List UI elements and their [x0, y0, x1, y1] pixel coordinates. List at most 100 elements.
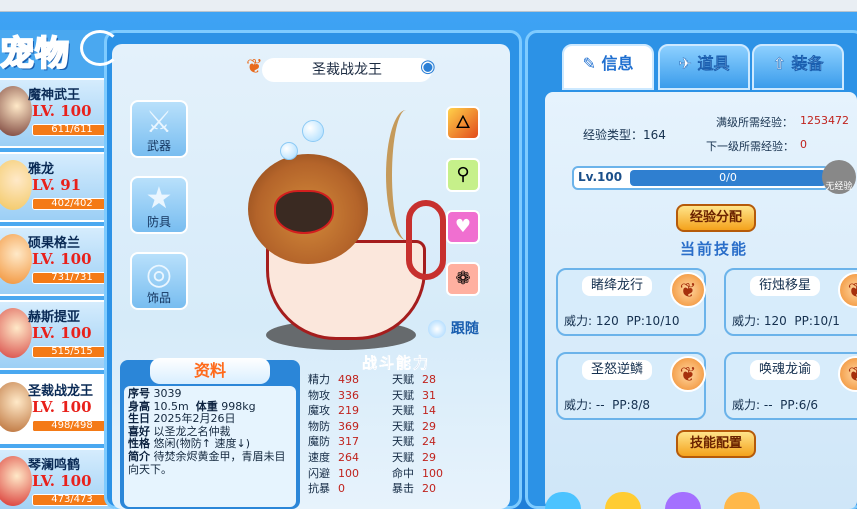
pet-info-box: 资料 序号 3039 身高 10.5m 体重 998kg 生日 2025年2月2…	[120, 358, 300, 509]
talent-label: 天赋	[392, 435, 414, 449]
pet-hp-text: 731/731	[51, 272, 93, 283]
pet-card-name: 赫斯提亚	[28, 310, 81, 325]
stat-value: 264	[338, 450, 359, 464]
skill-power: 威力: 120	[564, 314, 619, 328]
tab-items-label: 道具	[697, 54, 730, 73]
stat-value: 0	[338, 482, 345, 496]
info-weight: 998kg	[221, 399, 256, 413]
skill-power: 威力: --	[732, 398, 773, 412]
fire-icon: 🜂	[455, 112, 471, 133]
info-tab-icon: ✎	[582, 54, 596, 73]
bottom-flag-icon[interactable]	[604, 492, 641, 509]
talent-value: 100	[422, 466, 443, 480]
pet-heart-button[interactable]: ♥	[446, 210, 480, 244]
pet-card[interactable]: 雅龙 LV. 91 402/402	[0, 152, 116, 222]
pet-hp-bar: 611/611	[32, 124, 112, 136]
exp-next-value: 0	[800, 138, 807, 151]
skill-card[interactable]: 唤魂龙谕 ❦ 威力: -- PP:6/6	[724, 352, 857, 420]
skill-stats: 威力: 120 PP:10/10	[564, 312, 680, 329]
talent-label: 命中	[392, 466, 414, 480]
info-intro: 待焚余烬黄金甲，青眉未目向天下。	[128, 449, 286, 476]
skill-power: 威力: --	[564, 398, 605, 412]
bottom-orb-icon[interactable]	[545, 492, 581, 509]
info-nature-label: 性格	[128, 437, 150, 451]
exp-next-label: 下一级所需经验：	[706, 140, 794, 153]
stat-label: 闪避	[308, 466, 330, 480]
stat-row: 物攻 336 天赋 31	[308, 388, 484, 404]
armor-slot[interactable]: ★ 防具	[130, 176, 188, 234]
skill-name: 衔烛移星	[750, 276, 820, 296]
talent-label: 天赋	[392, 450, 414, 464]
tab-equip-label: 装备	[791, 54, 824, 73]
skill-stats: 威力: -- PP:8/8	[564, 396, 650, 413]
pet-name-bar: 圣裁战龙王	[262, 58, 432, 82]
stat-label: 物攻	[308, 388, 330, 402]
armor-slot-label: 防具	[146, 215, 171, 229]
stat-row: 闪避 100 命中 100	[308, 466, 484, 482]
pet-card-name: 硕果格兰	[28, 236, 81, 251]
logo-text: 宠物	[0, 33, 70, 75]
info-height: 10.5m	[153, 399, 189, 413]
search-pet-button[interactable]: ⚲	[446, 158, 480, 192]
pet-card[interactable]: 赫斯提亚 LV. 100 515/515	[0, 300, 116, 370]
pet-hp-text: 473/473	[51, 494, 93, 505]
pet-hp-bar: 402/402	[32, 198, 112, 210]
talent-label: 暴击	[392, 482, 414, 496]
magnifier-icon: ⚲	[456, 164, 470, 185]
pet-card[interactable]: 魔神武王 LV. 100 611/611	[0, 78, 116, 148]
accessory-slot[interactable]: ◎ 饰品	[130, 252, 188, 310]
follow-label: 跟随	[450, 321, 479, 337]
exp-full-label: 满级所需经验：	[716, 116, 793, 129]
dragon-skill-icon: ❦	[670, 272, 706, 308]
bottom-gem-icon[interactable]	[664, 492, 701, 509]
exp-distribute-button[interactable]: 经验分配	[676, 204, 756, 232]
tab-items[interactable]: ✈ 道具	[658, 44, 750, 90]
pet-card-name: 雅龙	[28, 162, 55, 177]
skill-name: 圣怒逆鳞	[582, 360, 652, 380]
pet-card[interactable]: 硕果格兰 LV. 100 731/731	[0, 226, 116, 296]
weapon-slot-label: 武器	[146, 139, 171, 153]
level-label: Lv.100	[578, 170, 623, 184]
skill-stats: 威力: -- PP:6/6	[732, 396, 818, 413]
skill-config-button[interactable]: 技能配置	[676, 430, 756, 458]
heart-icon: ♥	[454, 216, 472, 237]
stat-value: 369	[338, 419, 359, 433]
item-tab-icon: ✈	[678, 54, 692, 73]
bubble-icon	[302, 120, 324, 142]
water-drop-icon[interactable]: ◉	[420, 56, 440, 82]
talent-value: 24	[422, 435, 436, 449]
skill-card[interactable]: 圣怒逆鳞 ❦ 威力: -- PP:8/8	[556, 352, 706, 420]
stat-label: 精力	[308, 373, 330, 386]
fire-skin-button[interactable]: 🜂	[446, 106, 480, 140]
info-hobby: 以圣龙之名仲裁	[153, 424, 231, 438]
skill-card[interactable]: 衔烛移星 ❦ 威力: 120 PP:10/1	[724, 268, 857, 336]
skill-pp: PP:8/8	[612, 398, 650, 412]
tab-info[interactable]: ✎ 信息	[562, 44, 654, 90]
chicken-icon: ❁	[455, 268, 471, 289]
talent-label: 天赋	[392, 388, 414, 402]
pet-card-level: LV. 100	[32, 324, 92, 342]
stat-row: 速度 264 天赋 29	[308, 450, 484, 466]
no-exp-button[interactable]: 无经验	[822, 160, 856, 194]
follow-toggle[interactable]: 跟随	[428, 318, 479, 338]
stat-label: 魔防	[308, 435, 330, 449]
tab-equip[interactable]: ⇧ 装备	[752, 44, 844, 90]
weapon-slot[interactable]: ⚔ 武器	[130, 100, 188, 158]
info-id-label: 序号	[128, 387, 150, 400]
pet-hp-bar: 498/498	[32, 420, 112, 432]
pet-card-level: LV. 91	[32, 176, 82, 194]
chicken-button[interactable]: ❁	[446, 262, 480, 296]
talent-label: 天赋	[392, 404, 414, 418]
pet-logo: 宠物	[0, 26, 125, 75]
pet-card[interactable]: 琴澜鸣鹤 LV. 100 473/473	[0, 448, 116, 509]
pet-card-name: 魔神武王	[28, 88, 81, 103]
talent-label: 天赋	[392, 373, 414, 386]
battle-stats-table: 精力 498 天赋 28 物攻 336 天赋 31 魔攻 219 天赋 14 物防 369 天赋 29 魔防 31…	[308, 372, 484, 509]
accessory-slot-label: 饰品	[146, 291, 171, 305]
pet-card[interactable]: 圣裁战龙王 LV. 100 498/498	[0, 374, 116, 444]
pet-hp-text: 515/515	[51, 346, 93, 357]
bottom-star-icon[interactable]	[724, 492, 761, 509]
equip-tab-icon: ⇧	[772, 54, 786, 73]
skill-card[interactable]: 睹绛龙行 ❦ 威力: 120 PP:10/10	[556, 268, 706, 336]
stat-row: 魔攻 219 天赋 14	[308, 403, 484, 419]
